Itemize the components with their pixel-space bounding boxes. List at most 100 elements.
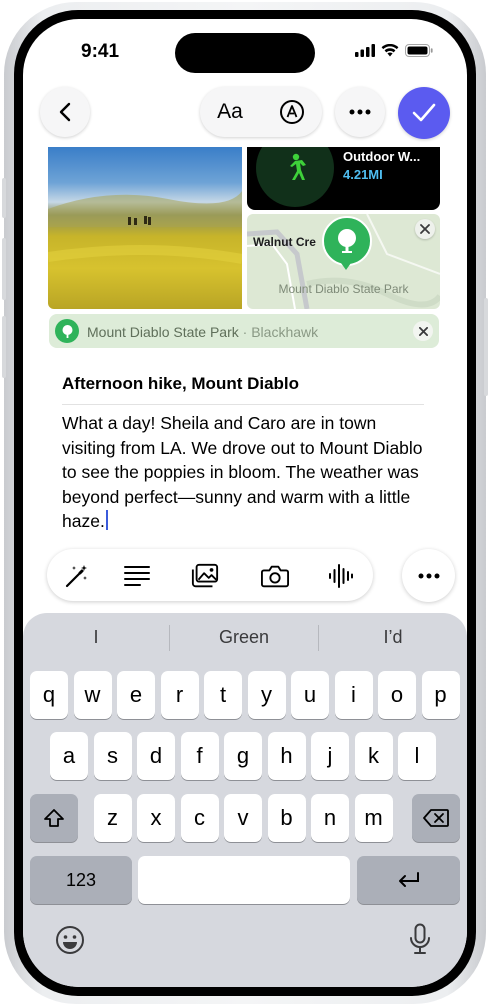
more-button[interactable] <box>335 87 385 137</box>
emoji-icon <box>56 926 84 954</box>
workout-distance: 4.21MI <box>343 167 383 182</box>
location-locality: Blackhawk <box>251 324 319 340</box>
writing-tools-button[interactable] <box>63 562 91 590</box>
key[interactable]: d <box>137 732 175 780</box>
backspace-icon <box>423 809 449 827</box>
map-card[interactable]: Walnut Cre Mount Diablo State Park <box>247 214 440 309</box>
status-icons <box>355 44 433 57</box>
format-markup-group: Aa <box>200 87 322 137</box>
key[interactable]: a <box>50 732 88 780</box>
key[interactable]: c <box>180 794 219 842</box>
action-button <box>2 178 6 218</box>
key[interactable]: h <box>267 732 306 780</box>
key[interactable]: z <box>93 794 132 842</box>
key[interactable]: j <box>311 732 349 780</box>
toolbar-more-button[interactable] <box>402 549 455 602</box>
park-pin-icon <box>322 216 372 266</box>
photo-library-icon <box>191 563 219 588</box>
key[interactable]: t <box>204 671 242 719</box>
text-align-icon <box>124 566 150 586</box>
dictation-button[interactable] <box>403 921 437 957</box>
key[interactable]: s <box>93 732 132 780</box>
note-body-text: What a day! Sheila and Caro are in town … <box>62 413 423 531</box>
location-remove-icon[interactable] <box>413 321 433 341</box>
title-divider <box>62 404 424 405</box>
location-chip[interactable]: Mount Diablo State Park · Blackhawk <box>49 314 439 348</box>
suggestion-2[interactable]: Green <box>170 627 318 648</box>
map-close-icon[interactable] <box>415 219 435 239</box>
location-separator: · <box>238 324 252 340</box>
photo-library-button[interactable] <box>191 562 219 590</box>
side-button <box>484 298 488 396</box>
suggestion-3[interactable]: I’d <box>319 627 467 648</box>
map-place-label: Walnut Cre <box>253 235 316 249</box>
numbers-key[interactable]: 123 <box>30 856 132 904</box>
text-style-button[interactable] <box>123 562 151 590</box>
format-button[interactable]: Aa <box>200 87 260 137</box>
key[interactable]: k <box>354 732 393 780</box>
pen-tip-icon <box>280 100 304 124</box>
key[interactable]: b <box>267 794 306 842</box>
magic-wand-icon <box>65 565 87 588</box>
shift-key[interactable] <box>30 794 78 842</box>
key[interactable]: r <box>160 671 199 719</box>
volume-down-button <box>2 316 6 378</box>
delete-key[interactable] <box>412 794 460 842</box>
format-label: Aa <box>217 100 243 123</box>
key[interactable]: n <box>311 794 349 842</box>
key[interactable]: m <box>354 794 393 842</box>
space-key[interactable] <box>138 856 350 904</box>
key[interactable]: f <box>180 732 219 780</box>
cellular-signal-icon <box>355 44 375 57</box>
camera-button[interactable] <box>261 562 289 590</box>
shift-icon <box>44 809 64 827</box>
key[interactable]: i <box>334 671 373 719</box>
keyboard: I Green I’d q w e r t y u i o p a s d f … <box>23 613 467 987</box>
emoji-button[interactable] <box>53 923 87 957</box>
key[interactable]: u <box>291 671 329 719</box>
back-button[interactable] <box>40 87 90 137</box>
camera-icon <box>261 565 289 588</box>
microphone-icon <box>410 923 430 954</box>
map-pin-tail <box>341 263 351 270</box>
key[interactable]: x <box>137 794 175 842</box>
key[interactable]: q <box>30 671 68 719</box>
status-time: 9:41 <box>81 41 120 62</box>
key[interactable]: y <box>247 671 286 719</box>
walking-figure-icon <box>290 153 306 180</box>
text-cursor <box>105 510 108 530</box>
key[interactable]: e <box>117 671 155 719</box>
ellipsis-icon <box>418 573 439 578</box>
suggestion-1[interactable]: I <box>23 627 169 648</box>
done-button[interactable] <box>398 87 450 139</box>
location-name: Mount Diablo State Park <box>87 324 239 340</box>
map-label: Mount Diablo State Park <box>278 282 409 296</box>
battery-icon <box>405 44 433 57</box>
markup-button[interactable] <box>262 87 322 137</box>
key[interactable]: w <box>73 671 112 719</box>
workout-ring <box>256 147 334 207</box>
location-text: Mount Diablo State Park · Blackhawk <box>87 324 318 340</box>
ellipsis-icon <box>349 109 371 115</box>
workout-title: Outdoor W... <box>343 149 421 164</box>
key[interactable]: l <box>398 732 436 780</box>
key[interactable]: v <box>224 794 262 842</box>
waveform-icon <box>329 564 353 588</box>
workout-card[interactable]: Outdoor W... 4.21MI <box>247 147 440 210</box>
dynamic-island <box>175 33 315 73</box>
note-title[interactable]: Afternoon hike, Mount Diablo <box>62 374 299 394</box>
chevron-left-icon <box>59 102 71 122</box>
wifi-icon <box>381 44 399 57</box>
return-icon <box>398 872 419 887</box>
note-body[interactable]: What a day! Sheila and Caro are in town … <box>62 411 432 534</box>
audio-recording-button[interactable] <box>327 562 355 590</box>
key[interactable]: g <box>224 732 262 780</box>
key[interactable]: p <box>421 671 460 719</box>
volume-up-button <box>2 238 6 300</box>
key[interactable]: o <box>378 671 416 719</box>
note-toolbar <box>47 549 373 601</box>
return-key[interactable] <box>357 856 460 904</box>
screen: 9:41 Outdoor W... 4.21MI Walnut Cre Moun… <box>23 19 467 987</box>
hillside-photo[interactable] <box>48 147 242 309</box>
park-tree-icon <box>55 319 79 343</box>
